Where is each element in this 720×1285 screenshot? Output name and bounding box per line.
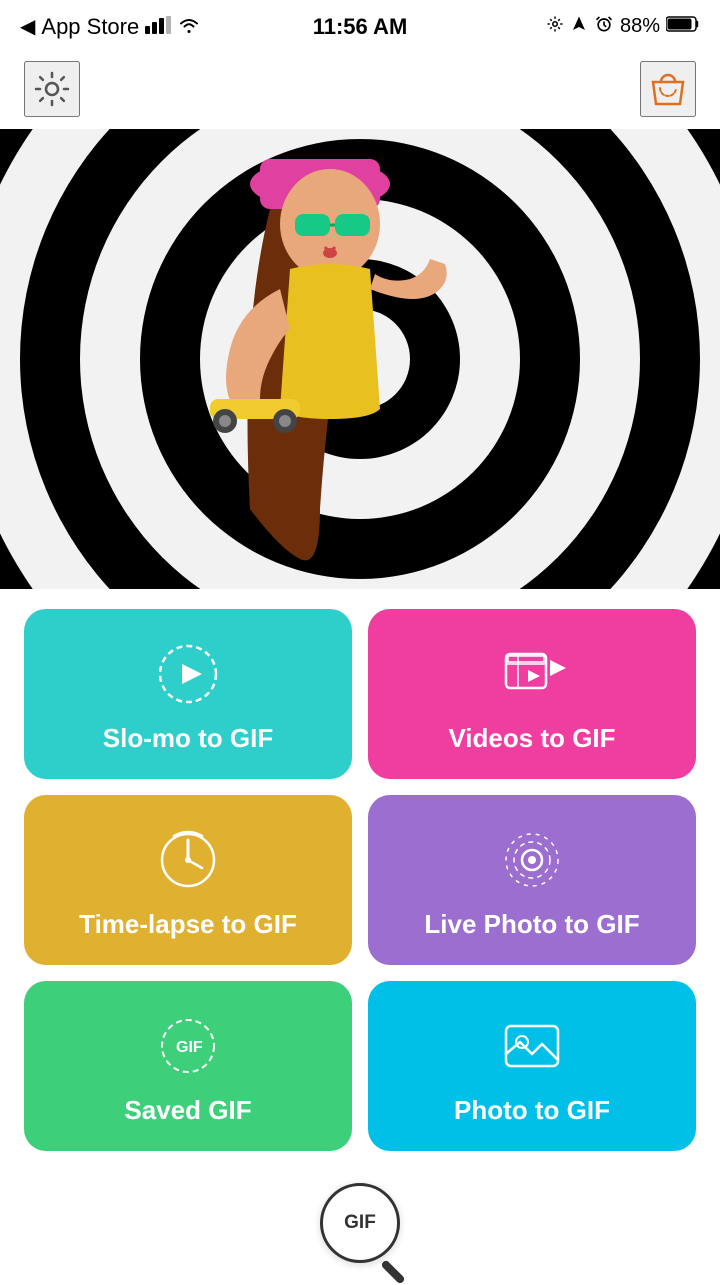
photogif-button[interactable]: Photo to GIF	[368, 981, 696, 1151]
timelapse-button[interactable]: Time-lapse to GIF	[24, 795, 352, 965]
bag-icon	[645, 66, 691, 112]
gear-icon	[30, 67, 74, 111]
status-left: ◀ App Store	[20, 14, 201, 40]
slomo-label: Slo-mo to GIF	[103, 723, 273, 754]
videos-icon	[497, 639, 567, 709]
person-silhouette	[140, 129, 540, 589]
savedgif-button[interactable]: GIF Saved GIF	[24, 981, 352, 1151]
shop-button[interactable]	[640, 61, 696, 117]
timelapse-label: Time-lapse to GIF	[79, 909, 297, 940]
savedgif-icon: GIF	[153, 1011, 223, 1081]
feature-grid: Slo-mo to GIF Videos to GIF	[0, 589, 720, 1151]
hero-figure	[0, 129, 720, 589]
wifi-icon	[177, 14, 201, 40]
search-handle	[380, 1259, 405, 1284]
videos-button[interactable]: Videos to GIF	[368, 609, 696, 779]
savedgif-label: Saved GIF	[124, 1095, 251, 1126]
battery-percent: 88%	[620, 15, 660, 38]
alarm-icon	[594, 14, 614, 39]
status-right: 88%	[546, 14, 700, 39]
photogif-icon	[497, 1011, 567, 1081]
signal-bars	[145, 16, 171, 37]
svg-text:GIF: GIF	[176, 1039, 203, 1056]
videos-label: Videos to GIF	[448, 723, 615, 754]
settings-button[interactable]	[24, 61, 80, 117]
location-icon	[546, 15, 564, 38]
livephoto-icon	[497, 825, 567, 895]
time-display: 11:56 AM	[313, 14, 408, 40]
livephoto-button[interactable]: Live Photo to GIF	[368, 795, 696, 965]
photogif-label: Photo to GIF	[454, 1095, 610, 1126]
bottom-bar: GIF	[0, 1163, 720, 1283]
slomo-button[interactable]: Slo-mo to GIF	[24, 609, 352, 779]
status-bar: ◀ App Store 11:56 AM	[0, 0, 720, 53]
app-header	[0, 53, 720, 129]
gif-search-button[interactable]: GIF	[320, 1183, 400, 1263]
hero-image	[0, 129, 720, 589]
carrier-text: App Store	[41, 14, 139, 40]
gif-search-label: GIF	[344, 1212, 376, 1234]
slomo-icon	[153, 639, 223, 709]
livephoto-label: Live Photo to GIF	[424, 909, 639, 940]
navigation-icon	[570, 15, 588, 38]
timelapse-icon	[153, 825, 223, 895]
battery-icon	[666, 15, 700, 38]
back-arrow: ◀	[20, 14, 35, 39]
